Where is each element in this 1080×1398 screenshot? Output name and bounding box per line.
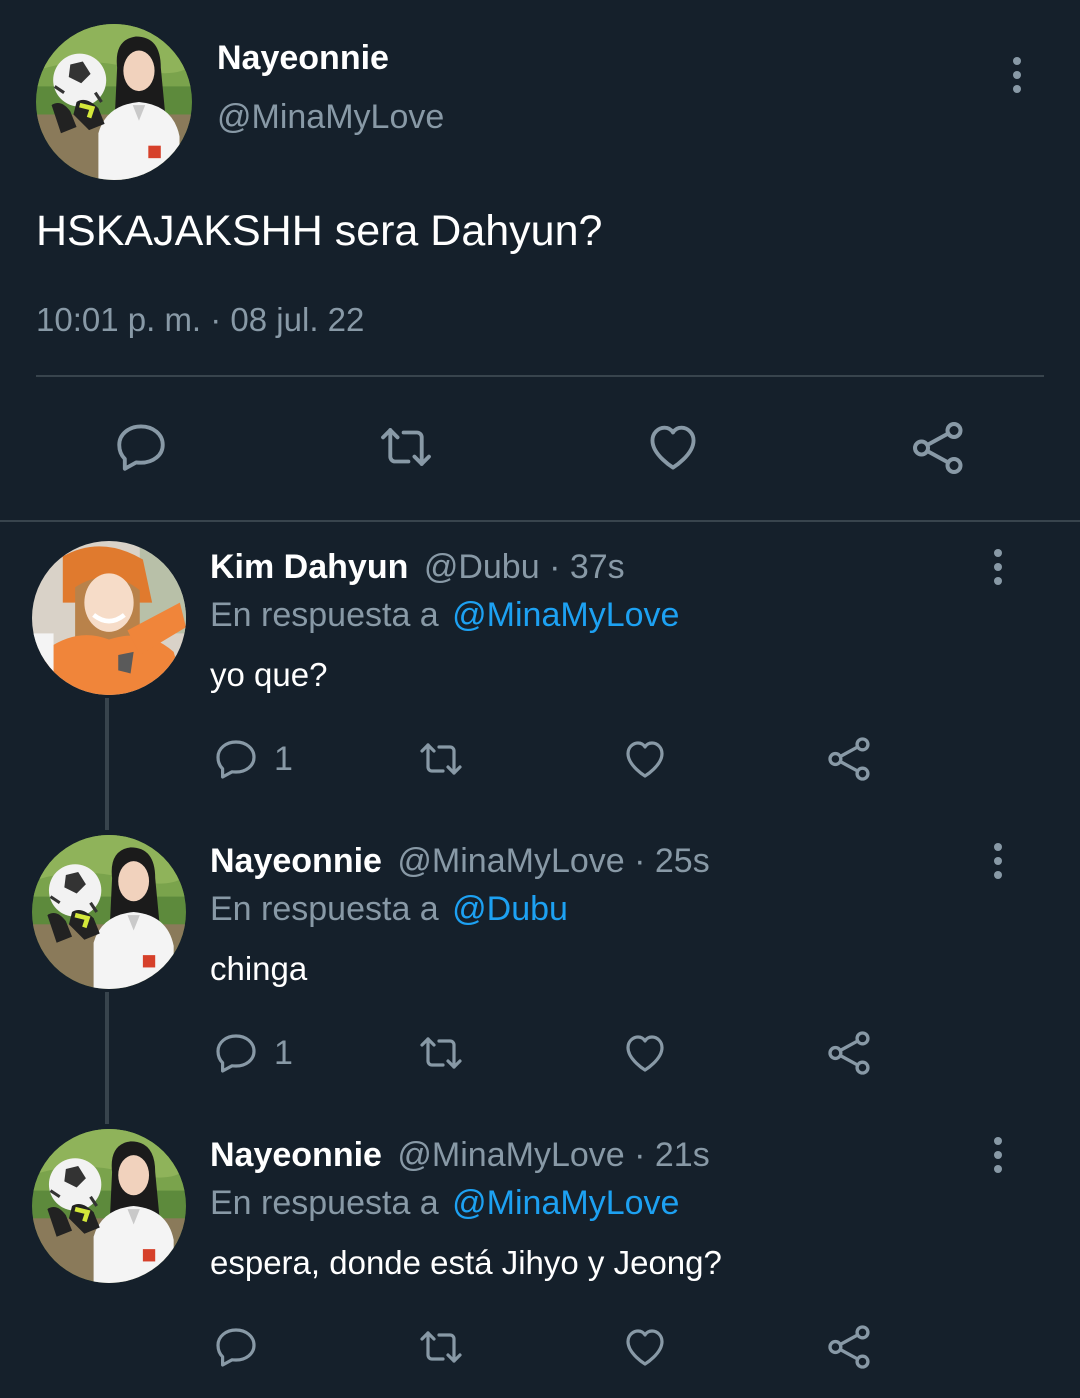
heart-icon bbox=[620, 1029, 670, 1077]
reply-display-name[interactable]: Kim Dahyun bbox=[210, 548, 408, 586]
retweet-button[interactable] bbox=[412, 735, 470, 783]
replying-to-label: En respuesta a bbox=[210, 596, 439, 634]
author-display-name[interactable]: Nayeonnie bbox=[217, 38, 389, 78]
more-options-icon[interactable] bbox=[978, 537, 1018, 597]
share-button[interactable] bbox=[825, 734, 875, 784]
kebab-dot bbox=[1013, 71, 1021, 79]
like-button[interactable] bbox=[620, 735, 670, 783]
divider bbox=[36, 375, 1044, 377]
retweet-button[interactable] bbox=[412, 1029, 470, 1077]
reply-avatar[interactable] bbox=[32, 835, 186, 989]
more-options-icon[interactable] bbox=[978, 1125, 1018, 1185]
reply-handle[interactable]: @Dubu bbox=[424, 548, 540, 586]
section-divider bbox=[0, 520, 1080, 522]
replying-to: En respuesta a @Dubu bbox=[210, 889, 568, 929]
reply-count: 1 bbox=[274, 739, 293, 778]
retweet-icon bbox=[412, 1029, 470, 1077]
retweet-icon bbox=[372, 418, 440, 476]
reply-icon bbox=[212, 1323, 260, 1371]
kebab-dot bbox=[1013, 57, 1021, 65]
reply-time: · 21s bbox=[634, 1136, 710, 1174]
reply-avatar[interactable] bbox=[32, 1129, 186, 1283]
retweet-button[interactable] bbox=[412, 1323, 470, 1371]
replying-to: En respuesta a @MinaMyLove bbox=[210, 1183, 679, 1223]
reply-display-name[interactable]: Nayeonnie bbox=[210, 1136, 382, 1174]
avatar-image bbox=[32, 541, 186, 695]
reply-icon bbox=[112, 418, 170, 476]
like-button[interactable] bbox=[620, 1029, 670, 1077]
replying-to-link[interactable]: @MinaMyLove bbox=[452, 1184, 679, 1222]
replying-to-label: En respuesta a bbox=[210, 890, 439, 928]
reply-text: chinga bbox=[210, 950, 308, 987]
share-icon bbox=[825, 1322, 875, 1372]
author-handle[interactable]: @MinaMyLove bbox=[217, 97, 444, 137]
thread-connector-line bbox=[105, 992, 109, 1124]
like-button[interactable] bbox=[620, 1323, 670, 1371]
reply-count: 1 bbox=[274, 1033, 293, 1072]
retweet-icon bbox=[412, 1323, 470, 1371]
kebab-dot bbox=[994, 871, 1002, 879]
kebab-dot bbox=[994, 549, 1002, 557]
reply-button[interactable]: 1 bbox=[212, 735, 293, 783]
kebab-dot bbox=[1013, 85, 1021, 93]
share-button[interactable] bbox=[825, 1322, 875, 1372]
replying-to: En respuesta a @MinaMyLove bbox=[210, 595, 679, 635]
kebab-dot bbox=[994, 1151, 1002, 1159]
more-options-icon[interactable] bbox=[997, 45, 1037, 105]
reply-text: yo que? bbox=[210, 656, 328, 693]
reply-header: Nayeonnie @MinaMyLove · 25s bbox=[210, 841, 710, 881]
reply-header: Nayeonnie @MinaMyLove · 21s bbox=[210, 1135, 710, 1175]
kebab-dot bbox=[994, 563, 1002, 571]
retweet-button[interactable] bbox=[372, 418, 440, 476]
kebab-dot bbox=[994, 1165, 1002, 1173]
reply-avatar[interactable] bbox=[32, 541, 186, 695]
reply-time: · 37s bbox=[549, 548, 625, 586]
reply-time: · 25s bbox=[634, 842, 710, 880]
heart-icon bbox=[620, 1323, 670, 1371]
more-options-icon[interactable] bbox=[978, 831, 1018, 891]
reply-icon bbox=[212, 735, 260, 783]
share-icon bbox=[825, 734, 875, 784]
tweet-timestamp[interactable]: 10:01 p. m. · 08 jul. 22 bbox=[36, 300, 364, 340]
kebab-dot bbox=[994, 843, 1002, 851]
thread-connector-line bbox=[105, 698, 109, 830]
tweet-text: HSKAJAKSHH sera Dahyun? bbox=[36, 207, 603, 255]
reply-button[interactable]: 1 bbox=[212, 1029, 293, 1077]
avatar-image bbox=[36, 24, 192, 180]
kebab-dot bbox=[994, 577, 1002, 585]
author-avatar[interactable] bbox=[36, 24, 192, 180]
reply-display-name[interactable]: Nayeonnie bbox=[210, 842, 382, 880]
reply-text: espera, donde está Jihyo y Jeong? bbox=[210, 1244, 722, 1281]
retweet-icon bbox=[412, 735, 470, 783]
share-icon bbox=[909, 418, 969, 478]
reply-handle[interactable]: @MinaMyLove bbox=[397, 1136, 624, 1174]
share-icon bbox=[825, 1028, 875, 1078]
heart-icon bbox=[643, 418, 703, 476]
like-button[interactable] bbox=[643, 418, 703, 476]
reply-icon bbox=[212, 1029, 260, 1077]
share-button[interactable] bbox=[909, 418, 969, 478]
heart-icon bbox=[620, 735, 670, 783]
reply-header: Kim Dahyun @Dubu · 37s bbox=[210, 547, 625, 587]
avatar-image bbox=[32, 835, 186, 989]
share-button[interactable] bbox=[825, 1028, 875, 1078]
replying-to-link[interactable]: @MinaMyLove bbox=[452, 596, 679, 634]
replying-to-link[interactable]: @Dubu bbox=[452, 890, 568, 928]
replying-to-label: En respuesta a bbox=[210, 1184, 439, 1222]
avatar-image bbox=[32, 1129, 186, 1283]
reply-button[interactable] bbox=[212, 1323, 274, 1371]
reply-handle[interactable]: @MinaMyLove bbox=[397, 842, 624, 880]
kebab-dot bbox=[994, 1137, 1002, 1145]
reply-button[interactable] bbox=[112, 418, 170, 476]
kebab-dot bbox=[994, 857, 1002, 865]
